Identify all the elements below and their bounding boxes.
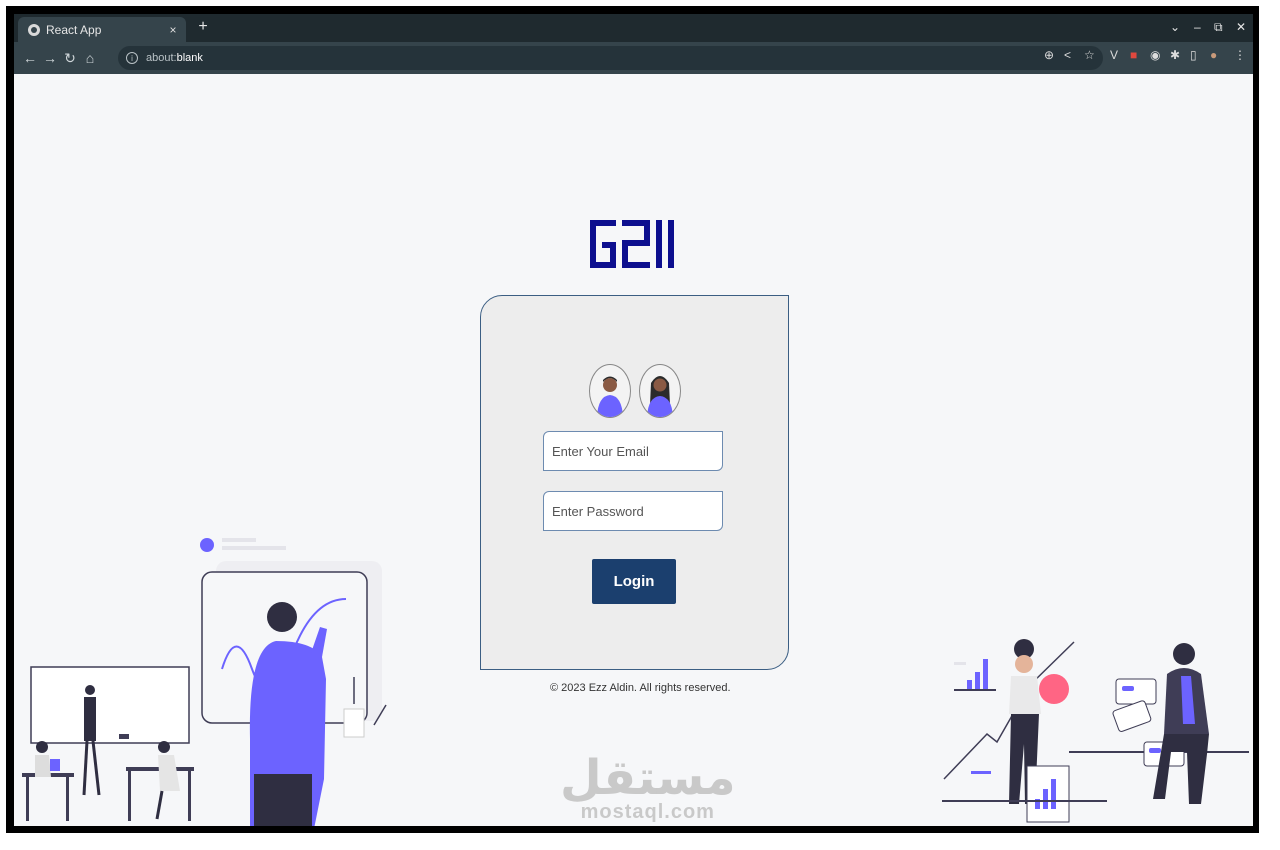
tab-strip: React App × + ⌄ – ⧉ ✕ <box>14 14 1253 42</box>
info-icon[interactable]: i <box>126 52 138 64</box>
browser-tab[interactable]: React App × <box>18 17 186 42</box>
watermark-latin: mostaql.com <box>580 801 715 823</box>
profile-avatar[interactable]: ● <box>1210 48 1217 62</box>
female-avatar <box>639 364 681 418</box>
forward-icon[interactable]: → <box>40 50 60 66</box>
tab-close-button[interactable]: × <box>164 23 182 37</box>
extension-v-icon[interactable]: V <box>1110 48 1118 62</box>
watermark-arabic: مستقل <box>560 750 736 806</box>
extensions-puzzle-icon[interactable]: ✱ <box>1170 48 1180 62</box>
bookmark-star-icon[interactable]: ☆ <box>1084 48 1095 62</box>
team-illustration-left <box>22 538 387 826</box>
sidebar-icon[interactable]: ▯ <box>1190 48 1197 62</box>
watermark: مستقل mostaql.com <box>560 754 736 822</box>
home-icon[interactable]: ⌂ <box>80 50 100 66</box>
new-tab-button[interactable]: + <box>194 18 212 36</box>
minimize-button[interactable]: – <box>1194 20 1201 34</box>
address-bar[interactable]: i about:blank <box>118 46 1103 70</box>
share-icon[interactable]: < <box>1064 48 1071 62</box>
back-icon[interactable]: ← <box>20 50 40 66</box>
menu-kebab-icon[interactable]: ⋮ <box>1234 48 1246 62</box>
browser-toolbar: ← → ↻ ⌂ i about:blank ⊕ < ☆ V ■ ◉ ✱ ▯ ● … <box>14 42 1253 74</box>
zoom-icon[interactable]: ⊕ <box>1044 48 1054 62</box>
copyright-text: © 2023 Ezz Aldin. All rights reserved. <box>550 682 731 694</box>
male-avatar <box>589 364 631 418</box>
tab-search-icon[interactable]: ⌄ <box>1170 20 1180 34</box>
restore-button[interactable]: ⧉ <box>1214 20 1223 35</box>
team-illustration-right <box>942 639 1249 823</box>
reload-icon[interactable]: ↻ <box>60 50 80 67</box>
login-card: Login <box>480 295 789 670</box>
url-text: about:blank <box>146 52 203 64</box>
globe-icon <box>28 23 40 36</box>
password-field[interactable] <box>543 491 723 531</box>
login-button[interactable]: Login <box>592 559 676 604</box>
email-field[interactable] <box>543 431 723 471</box>
page-content: Login © 2023 Ezz Aldin. All rights reser… <box>14 74 1253 826</box>
brand-logo <box>590 220 674 268</box>
close-window-button[interactable]: ✕ <box>1236 20 1246 34</box>
tab-title: React App <box>46 22 102 37</box>
extension-circle-icon[interactable]: ◉ <box>1150 48 1160 62</box>
extension-red-icon[interactable]: ■ <box>1130 48 1137 62</box>
